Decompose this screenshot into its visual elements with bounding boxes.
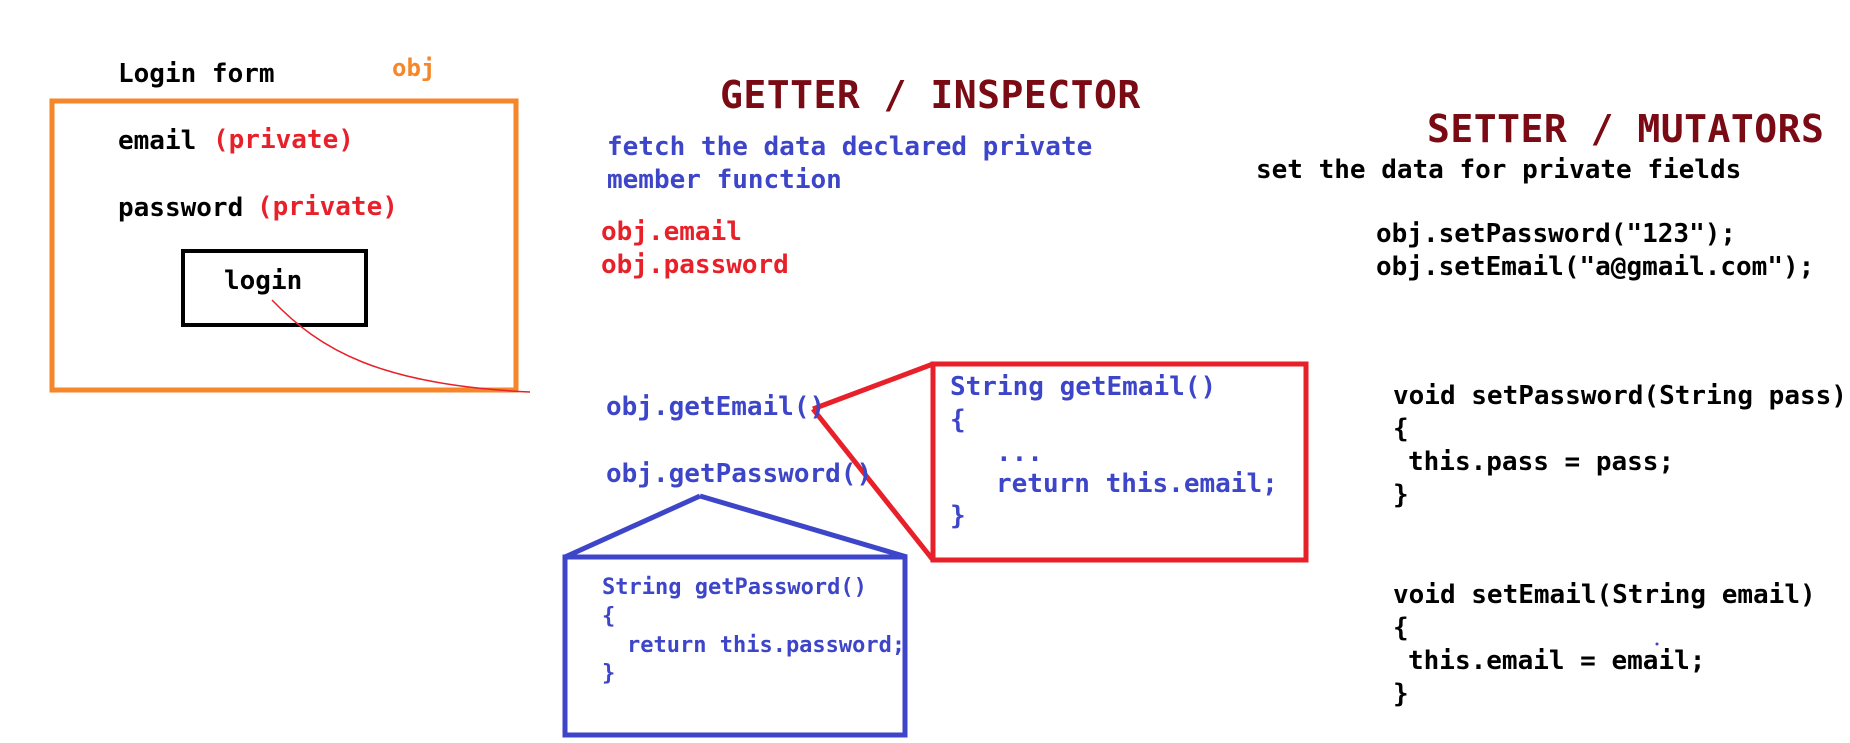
email-field-label: email — [118, 126, 197, 156]
setter-description: set the data for private fields — [1256, 155, 1742, 185]
get-password-code-line3: return this.password; — [627, 633, 906, 658]
get-password-call: obj.getPassword() — [606, 459, 873, 489]
getter-heading: GETTER / INSPECTOR — [720, 73, 1141, 117]
login-connector-curve — [271, 299, 531, 393]
get-email-code-line3: ... — [996, 438, 1043, 468]
set-password-call: obj.setPassword("123"); — [1376, 219, 1737, 249]
get-email-callout-top — [812, 361, 934, 412]
password-private-tag: (private) — [257, 192, 398, 222]
set-password-code-line4: } — [1393, 480, 1409, 510]
get-password-code-line4: } — [602, 661, 616, 686]
set-password-code-line1: void setPassword(String pass) — [1393, 381, 1847, 411]
getter-description-line2: member function — [607, 165, 842, 195]
get-password-code-line2: { — [602, 604, 616, 629]
get-email-code-line4: return this.email; — [996, 469, 1278, 499]
set-email-call: obj.setEmail("a@gmail.com"); — [1376, 252, 1815, 282]
get-password-callout-right — [699, 493, 908, 560]
get-email-call: obj.getEmail() — [606, 392, 826, 422]
login-button-label: login — [224, 266, 303, 296]
set-password-code-line3: this.pass = pass; — [1408, 447, 1675, 477]
email-private-tag: (private) — [213, 125, 354, 155]
getter-description-line1: fetch the data declared private — [607, 132, 1093, 162]
set-email-code-line2: { — [1393, 613, 1409, 643]
set-email-code-line1: void setEmail(String email) — [1393, 580, 1816, 610]
get-password-code-line1: String getPassword() — [602, 575, 867, 600]
setter-heading: SETTER / MUTATORS — [1427, 107, 1825, 151]
set-password-code-line2: { — [1393, 414, 1409, 444]
password-field-label: password — [118, 193, 244, 223]
get-email-code-line1: String getEmail() — [950, 372, 1217, 402]
field-access-email: obj.email — [601, 217, 742, 247]
login-form-title: Login form — [118, 59, 275, 89]
set-email-code-line4: } — [1393, 679, 1409, 709]
set-email-code-line3: this.email = email; — [1408, 646, 1706, 676]
object-label: obj — [392, 54, 436, 82]
get-password-callout-left — [563, 493, 702, 560]
get-email-code-line5: } — [950, 501, 966, 531]
get-email-code-line2: { — [950, 405, 966, 435]
field-access-password: obj.password — [601, 250, 789, 280]
